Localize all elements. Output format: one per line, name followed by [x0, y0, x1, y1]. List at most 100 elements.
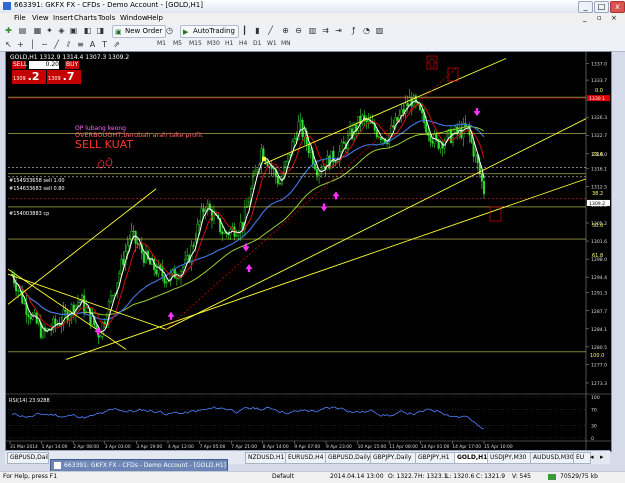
- menu-insert[interactable]: Insert: [53, 14, 73, 22]
- fib-label-23: 23.6: [592, 152, 604, 158]
- tab-nzdusd-h1[interactable]: NZDUSD,H1: [245, 452, 288, 464]
- tab-eu[interactable]: EU: [573, 452, 591, 464]
- price-label-10: 1301.6: [591, 239, 607, 245]
- menu-help[interactable]: Help: [147, 14, 163, 22]
- candle-body: [307, 143, 310, 154]
- candle-body: [456, 126, 459, 133]
- candle-body: [27, 314, 30, 317]
- tab-eurusd-h4[interactable]: EURUSD,H4: [285, 452, 328, 464]
- metaeditor-icon[interactable]: ◨: [96, 26, 105, 35]
- periods-icon[interactable]: ◔: [362, 26, 371, 35]
- tab-gbpjpy-daily[interactable]: GBPJPY,Daily: [370, 452, 418, 464]
- sell-price-box[interactable]: 1309 .2: [12, 70, 46, 84]
- tools-toolbar: ↖ + │ ─ ╱ ⫽ ≡ A T ⇗ M1 M5 M15 M30 H1 H4 …: [0, 38, 625, 52]
- buy-price-small: 1309: [48, 76, 61, 82]
- vertical-line-icon[interactable]: │: [28, 40, 37, 49]
- candle-body: [134, 230, 137, 244]
- tab-gbpusd-daily-2[interactable]: GBPUSD,Daily: [325, 452, 373, 464]
- trendline-icon[interactable]: ╱: [52, 40, 61, 49]
- menu-window[interactable]: Window: [120, 14, 148, 22]
- autotrading-label: AutoTrading: [193, 27, 235, 35]
- chart-shift-icon[interactable]: ⇥: [334, 26, 343, 35]
- arrows-tool-icon[interactable]: ⇗: [112, 40, 121, 49]
- timeframe-m5[interactable]: M5: [173, 40, 182, 47]
- lot-size-input[interactable]: 0.20: [29, 61, 59, 69]
- chart-canvas[interactable]: 1337.01333.71329.91326.31322.71319.01316…: [6, 52, 611, 451]
- ma-green-line: [11, 126, 485, 316]
- sell-button[interactable]: SELL: [12, 61, 27, 69]
- time-axis: 31 Mar 2014 1 Apr 14:00 2 Apr 08:00 3 Apr 0…: [9, 441, 513, 450]
- tab-gbpjpy-h1[interactable]: GBPJPY,H1: [415, 452, 457, 464]
- zoom-out-icon[interactable]: ⊖: [294, 26, 303, 35]
- tab-scroll-right-icon[interactable]: ▸: [600, 453, 604, 461]
- status-bar: For Help, press F1 Default 2014.04.14 13…: [0, 471, 625, 483]
- tab-usdjpy-m30[interactable]: USDJPY,M30: [487, 452, 533, 464]
- price-label-14: 1287.7: [591, 309, 607, 315]
- candle-body: [256, 169, 259, 172]
- timeframe-m15[interactable]: M15: [189, 40, 202, 47]
- timeframe-h4[interactable]: H4: [239, 40, 247, 47]
- label-tool-icon[interactable]: T: [100, 40, 109, 49]
- app-icon: [3, 2, 11, 10]
- tab-gbpusd-daily[interactable]: GBPUSD,Daily: [7, 452, 49, 464]
- candle-body: [377, 136, 380, 138]
- autoscroll-icon[interactable]: ⇉: [321, 26, 330, 35]
- rsi-label: RSI(14) 23.9288: [9, 398, 50, 404]
- bar-chart-icon[interactable]: ┃: [240, 26, 249, 35]
- timeframe-d1[interactable]: D1: [253, 40, 261, 47]
- indicators-icon[interactable]: ƒ: [349, 26, 358, 35]
- timeframe-h1[interactable]: H1: [225, 40, 233, 47]
- channel-icon[interactable]: ⫽: [64, 40, 73, 49]
- profiles-icon[interactable]: ▤: [18, 26, 27, 35]
- timeframe-w1[interactable]: W1: [267, 40, 277, 47]
- new-chart-icon[interactable]: ✚: [4, 26, 13, 35]
- terminal-icon[interactable]: ▣: [69, 26, 78, 35]
- cursor-icon[interactable]: ↖: [4, 40, 13, 49]
- autotrading-button[interactable]: ▶ AutoTrading: [180, 25, 239, 38]
- horizontal-line-icon[interactable]: ─: [40, 40, 49, 49]
- navigator-icon[interactable]: ◈: [57, 26, 66, 35]
- mdi-minimize-icon[interactable]: _: [583, 14, 587, 22]
- candle-chart-icon[interactable]: ▮: [253, 26, 262, 35]
- templates-icon[interactable]: ▧: [375, 26, 384, 35]
- menu-tools[interactable]: Tools: [98, 14, 115, 22]
- buy-button[interactable]: BUY: [65, 61, 79, 69]
- chart-window[interactable]: 1337.01333.71329.91326.31322.71319.01316…: [5, 51, 612, 452]
- minimize-button[interactable]: _: [578, 1, 593, 13]
- price-label-7: 1312.5: [591, 184, 607, 190]
- zoom-in-icon[interactable]: ⊕: [281, 26, 290, 35]
- line-chart-icon[interactable]: ╱: [266, 26, 275, 35]
- timeframe-m30[interactable]: M30: [207, 40, 220, 47]
- menu-charts[interactable]: Charts: [74, 14, 97, 22]
- candle-body: [334, 161, 337, 163]
- tab-scroll-left-icon[interactable]: ◂: [590, 453, 594, 461]
- fibonacci-icon[interactable]: ≡: [76, 40, 85, 49]
- tester-icon[interactable]: ◧: [83, 26, 92, 35]
- close-button[interactable]: x: [610, 1, 625, 13]
- price-label-6: 1316.1: [591, 166, 607, 172]
- candle-body: [303, 130, 306, 138]
- market-watch-icon[interactable]: ▦: [33, 26, 42, 35]
- title-bar: 663391: GKFX FX - CFDs - Demo Account - …: [0, 0, 625, 14]
- timeframe-m1[interactable]: M1: [157, 40, 166, 47]
- sell-price-big: .2: [27, 70, 40, 83]
- price-label-1: 1333.7: [591, 78, 607, 84]
- mdi-close-icon[interactable]: ×: [611, 14, 617, 22]
- status-help: For Help, press F1: [3, 473, 58, 480]
- menu-view[interactable]: View: [32, 14, 49, 22]
- menu-file[interactable]: File: [14, 14, 26, 22]
- rsi-level-label-2: 30: [591, 424, 597, 430]
- crosshair-icon[interactable]: +: [16, 40, 25, 49]
- text-tool-icon[interactable]: A: [88, 40, 97, 49]
- timeframe-mn[interactable]: MN: [281, 40, 291, 47]
- history-icon[interactable]: ◷: [165, 26, 174, 35]
- tab-gold-h1[interactable]: GOLD,H1: [454, 452, 490, 464]
- tab-audusd-m30[interactable]: AUDUSD,M30: [530, 452, 576, 464]
- maximize-button[interactable]: □: [594, 1, 609, 13]
- mdi-restore-icon[interactable]: ▫: [597, 14, 602, 22]
- data-window-icon[interactable]: ✦: [45, 26, 54, 35]
- new-order-button[interactable]: ▣ New Order: [112, 25, 167, 38]
- buy-price-box[interactable]: 1309 .7: [47, 70, 81, 84]
- one-click-trading-panel: SELL 0.20 BUY 1309 .2 1309 .7: [12, 61, 82, 86]
- tile-windows-icon[interactable]: ▥: [308, 26, 317, 35]
